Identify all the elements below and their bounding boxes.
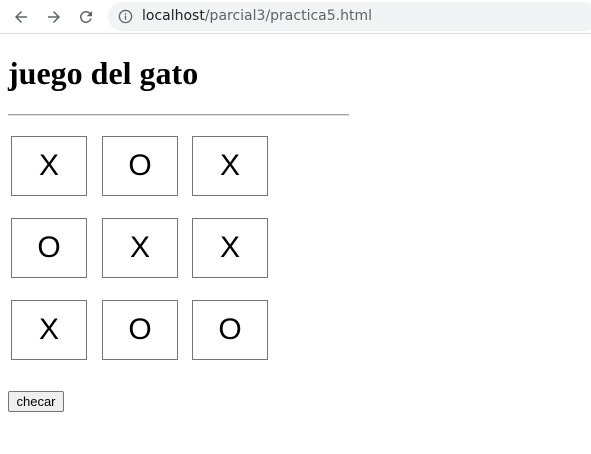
divider — [8, 114, 349, 116]
board-cell[interactable]: O — [102, 300, 178, 360]
url-host: localhost — [142, 8, 205, 24]
forward-button[interactable] — [41, 4, 67, 30]
board-cell[interactable]: X — [192, 218, 268, 278]
browser-toolbar: localhost/parcial3/practica5.html — [0, 0, 591, 34]
page-title: juego del gato — [8, 55, 199, 91]
board-cell[interactable]: O — [192, 300, 268, 360]
reload-icon — [79, 10, 92, 23]
arrow-right-icon — [48, 11, 60, 23]
board-cell[interactable]: X — [102, 218, 178, 278]
arrow-left-icon — [15, 11, 27, 23]
back-button[interactable] — [8, 4, 34, 30]
board-cell[interactable]: X — [11, 300, 87, 360]
info-icon[interactable] — [118, 9, 133, 24]
url-path: /parcial3/practica5.html — [204, 8, 372, 24]
board-cell[interactable]: O — [102, 136, 178, 196]
url-text: localhost/parcial3/practica5.html — [142, 8, 372, 24]
reload-button[interactable] — [73, 4, 99, 30]
address-bar[interactable]: localhost/parcial3/practica5.html — [108, 2, 591, 31]
board-cell[interactable]: X — [11, 136, 87, 196]
check-button[interactable]: checar — [8, 391, 64, 412]
board-cell[interactable]: O — [11, 218, 87, 278]
board-cell[interactable]: X — [192, 136, 268, 196]
